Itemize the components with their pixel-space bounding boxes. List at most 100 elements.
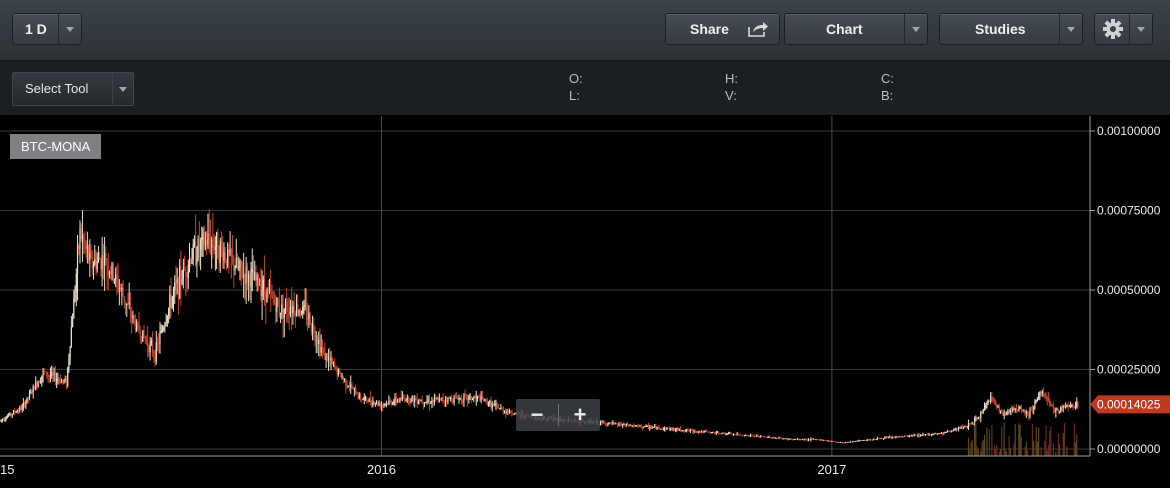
volume-bar (967, 437, 970, 456)
candle-body (438, 398, 440, 402)
zoom-out-button[interactable]: − (516, 399, 558, 431)
candle-body (267, 288, 269, 291)
candle-body (256, 275, 258, 281)
candle-body (511, 412, 513, 414)
settings-dropdown[interactable] (1094, 13, 1153, 45)
candle-body (59, 379, 61, 384)
candle-body (437, 398, 439, 402)
candle-body (892, 437, 895, 438)
candle-body (21, 406, 23, 410)
candle-body (1046, 397, 1048, 399)
candle-body (318, 339, 320, 344)
candle-body (273, 299, 276, 304)
candle-body (747, 435, 749, 437)
candle-body (790, 438, 792, 440)
candle-body (63, 380, 65, 382)
candle-body (666, 427, 668, 430)
candle-body (1001, 410, 1003, 412)
studies-dropdown[interactable]: Studies (939, 13, 1083, 45)
candle-body (623, 424, 625, 425)
candle-body (698, 431, 700, 432)
candle-body (863, 440, 865, 441)
candle-body (124, 301, 127, 306)
volume-bar (993, 445, 995, 456)
candle-body (220, 240, 223, 249)
zoom-in-button[interactable]: + (559, 399, 601, 431)
candle-body (480, 396, 482, 401)
candle-body (442, 397, 444, 401)
candle-body (209, 239, 212, 248)
candle-body (26, 397, 28, 402)
candle-body (78, 245, 80, 250)
candle-body (325, 353, 327, 360)
candle-body (217, 232, 219, 259)
candle-body (746, 435, 748, 436)
volume-bar (1058, 443, 1061, 456)
candle-body (785, 438, 787, 440)
candle-body (206, 240, 208, 246)
candle-body (971, 422, 973, 424)
candle-body (993, 400, 995, 402)
candle-body (289, 307, 292, 315)
candle-body (855, 440, 858, 442)
candle-body (939, 433, 941, 434)
candle-body (921, 434, 923, 436)
select-tool-dropdown[interactable]: Select Tool (12, 72, 134, 106)
candle-body (834, 441, 837, 443)
candle-body (277, 298, 279, 307)
candle-body (766, 436, 768, 438)
candle-body (773, 437, 775, 439)
volume-bar (1008, 436, 1010, 456)
candle-body (713, 432, 715, 433)
candle-body (702, 431, 704, 433)
candle-body (972, 422, 974, 424)
candle-body (207, 233, 209, 246)
volume-bar (1045, 425, 1047, 456)
candle-body (1073, 406, 1075, 408)
candle-body (837, 442, 839, 443)
candle-body (60, 380, 63, 384)
candle-body (843, 442, 845, 444)
high-label: H: (725, 71, 738, 86)
candle-body (192, 244, 194, 260)
candle-body (943, 432, 945, 434)
candle-body (316, 340, 319, 344)
candle-body (896, 436, 898, 438)
candle-body (341, 377, 343, 379)
candle-body (154, 354, 156, 362)
candle-body (624, 424, 626, 426)
candle-body (31, 392, 33, 393)
candle-body (807, 439, 810, 441)
candle-body (57, 379, 59, 380)
candle-body (279, 312, 282, 315)
candle-body (1023, 410, 1025, 412)
share-button[interactable]: Share (665, 13, 780, 45)
candle-body (965, 426, 967, 427)
interval-dropdown[interactable]: 1 D (12, 13, 82, 45)
last-price-label: 0.00014025 (1097, 397, 1161, 411)
candle-body (196, 257, 198, 265)
candle-body (153, 352, 155, 355)
candle-body (889, 437, 891, 438)
candle-body (940, 432, 943, 434)
candle-body (948, 431, 950, 433)
candle-body (784, 438, 786, 440)
candle-body (970, 423, 972, 425)
candle-body (68, 357, 70, 368)
candle-body (64, 379, 66, 381)
candle-body (14, 411, 16, 413)
candle-body (764, 436, 767, 438)
chart-type-dropdown[interactable]: Chart (784, 13, 928, 45)
candle-body (76, 245, 79, 274)
candle-body (251, 268, 253, 273)
candle-body (476, 396, 479, 398)
candle-body (133, 315, 135, 321)
candle-body (800, 439, 802, 441)
volume-bar (983, 434, 986, 456)
candle-body (455, 396, 458, 399)
candle-body (107, 267, 109, 276)
candle-body (991, 395, 993, 398)
candle-body (203, 232, 205, 246)
candle-body (97, 256, 100, 262)
candle-body (265, 290, 267, 303)
